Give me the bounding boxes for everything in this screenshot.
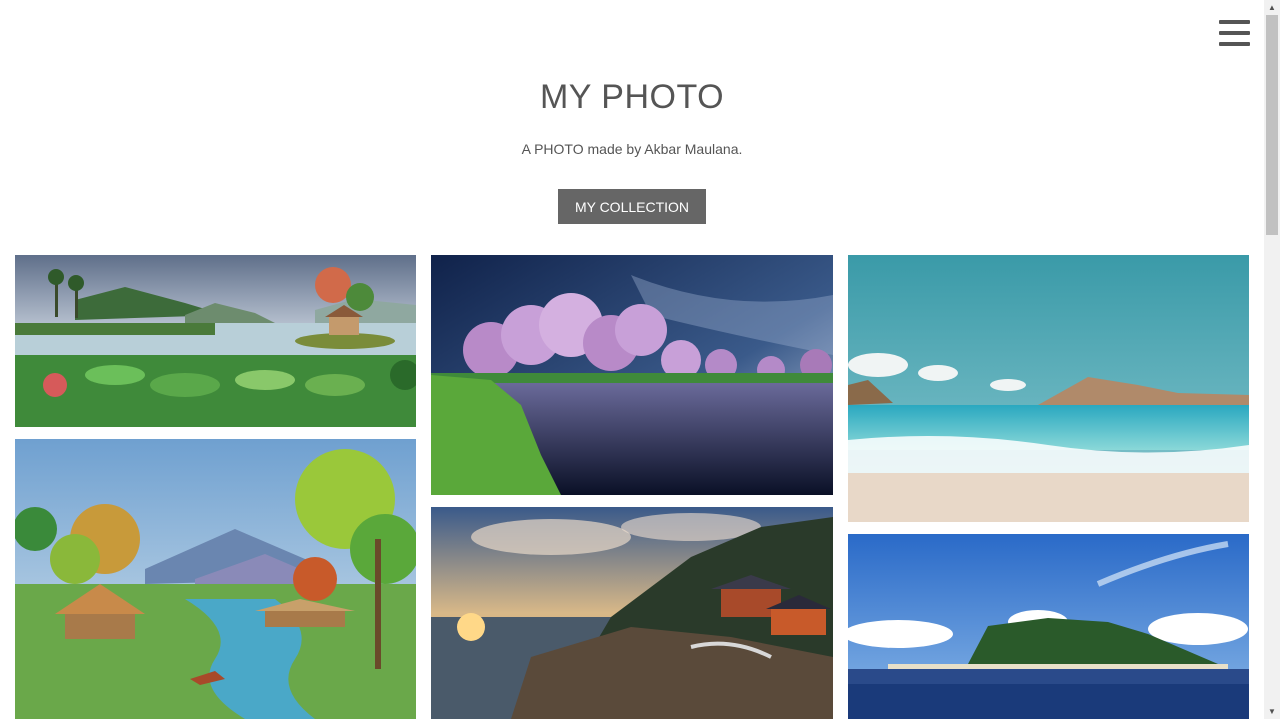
gallery-photo-village-river[interactable] <box>15 439 416 719</box>
scroll-down-arrow-icon[interactable]: ▼ <box>1264 704 1280 719</box>
menu-bar <box>1219 42 1250 46</box>
page-scrollbar[interactable]: ▲ ▼ <box>1264 0 1280 719</box>
scroll-up-arrow-icon[interactable]: ▲ <box>1264 0 1280 15</box>
page-title: MY PHOTO <box>539 78 725 116</box>
gallery-photo-turquoise-beach[interactable] <box>848 255 1249 522</box>
menu-bar <box>1219 31 1250 35</box>
gallery-photo-island[interactable] <box>848 534 1249 719</box>
photo-image <box>848 255 1249 522</box>
scroll-thumb[interactable] <box>1266 15 1278 235</box>
my-collection-button[interactable]: MY COLLECTION <box>558 189 706 224</box>
menu-bar <box>1219 20 1250 24</box>
gallery-photo-coastal-temple[interactable] <box>431 507 833 719</box>
gallery-photo-lotus-lake[interactable] <box>15 255 416 427</box>
photo-image <box>431 255 833 495</box>
photo-image <box>431 507 833 719</box>
page-subtitle: A PHOTO made by Akbar Maulana. <box>521 141 743 157</box>
photo-image <box>15 439 416 719</box>
gallery-photo-purple-trees-lake[interactable] <box>431 255 833 495</box>
hamburger-menu-icon[interactable] <box>1219 20 1250 46</box>
photo-image <box>848 534 1249 719</box>
photo-image <box>15 255 416 427</box>
